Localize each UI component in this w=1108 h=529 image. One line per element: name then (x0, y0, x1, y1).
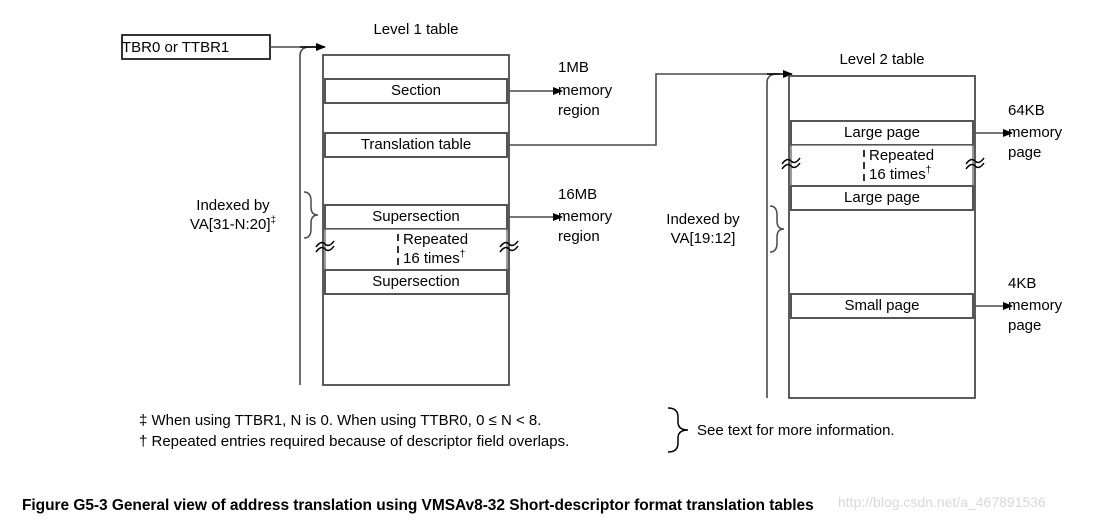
level1-title: Level 1 table (373, 21, 459, 38)
level1-index-label-line1: Indexed by (196, 197, 270, 214)
level2-row-small-page[interactable]: Small page (791, 298, 973, 314)
level1-index-label-line2: VA[31-N:20]‡ (168, 215, 298, 234)
section-output-line1: 1MB (558, 59, 589, 76)
level2-row-large-page-bottom[interactable]: Large page (791, 190, 973, 206)
figure-container: TBR0 or TTBR1 Level 1 table Indexed by V… (0, 0, 1108, 529)
level1-row-translation-table[interactable]: Translation table (325, 137, 507, 153)
level2-title: Level 2 table (839, 51, 925, 68)
footnote-double-dagger: ‡ When using TTBR1, N is 0. When using T… (139, 412, 542, 429)
translation-table-connector (509, 73, 780, 146)
level1-row-supersection-top[interactable]: Supersection (325, 209, 507, 225)
level2-repeated-count: 16 times (869, 166, 926, 183)
supersection-output-line2: memory (558, 208, 613, 225)
level2-hook-line (766, 73, 778, 398)
level1-repeated-count: 16 times (403, 250, 460, 267)
level2-row-large-page-top[interactable]: Large page (791, 125, 973, 141)
ttbr-label: TBR0 or TTBR1 (122, 39, 230, 56)
level1-row-section[interactable]: Section (325, 83, 507, 99)
large-page-output-line1: 64KB (1008, 102, 1045, 119)
supersection-output-line3: region (558, 228, 600, 245)
footnote-dagger: † Repeated entries required because of d… (139, 433, 570, 450)
level2-repeated-marker: † (925, 165, 932, 176)
supersection-output-line1: 16MB (558, 186, 598, 203)
level2-repeated-line1: Repeated (869, 147, 935, 164)
level1-index-marker: ‡ (270, 215, 277, 226)
level1-repeated-line2: 16 times† (403, 249, 523, 267)
watermark-ghost-text: http://blog.csdn.net/a_467891536 (838, 494, 1046, 510)
level1-repeated-marker: † (459, 249, 466, 260)
large-page-output-line2: memory (1008, 124, 1063, 141)
level2-index-label-line1: Indexed by (666, 211, 740, 228)
figure-caption: Figure G5-3 General view of address tran… (22, 497, 814, 514)
level2-index-brace (769, 205, 785, 253)
level2-index-label-line2: VA[19:12] (670, 230, 736, 247)
footnote-brace (667, 407, 689, 453)
section-output-line3: region (558, 102, 600, 119)
section-output-line2: memory (558, 82, 613, 99)
small-page-output-line3: page (1008, 317, 1042, 334)
level1-repeated-line1: Repeated (403, 231, 469, 248)
level1-row-supersection-bottom[interactable]: Supersection (325, 274, 507, 290)
level1-index-va: VA[31-N:20] (189, 216, 271, 233)
small-page-output-line1: 4KB (1008, 275, 1037, 292)
small-page-output-line2: memory (1008, 297, 1063, 314)
level1-hook-line (299, 46, 311, 385)
level2-repeated-line2: 16 times† (869, 165, 989, 183)
see-text-note: See text for more information. (697, 422, 895, 439)
large-page-output-line3: page (1008, 144, 1042, 161)
level1-index-brace (303, 191, 319, 239)
